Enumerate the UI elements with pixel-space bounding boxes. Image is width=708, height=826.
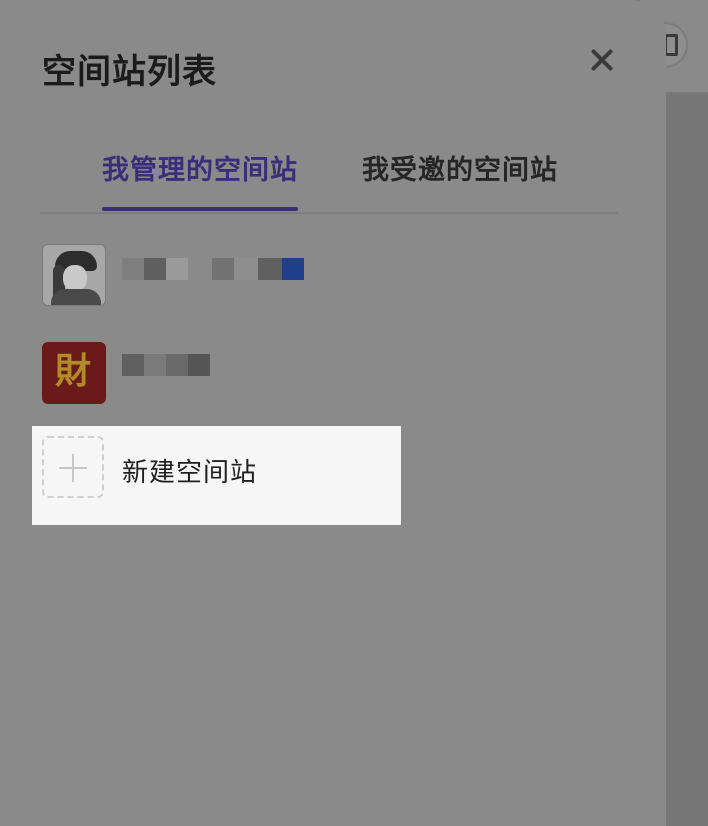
station-item[interactable] bbox=[42, 244, 562, 308]
active-tab-indicator bbox=[102, 207, 298, 211]
new-station-button[interactable]: 新建空间站 bbox=[32, 426, 401, 525]
station-avatar-text: 財 bbox=[54, 351, 91, 392]
station-avatar: 財 bbox=[42, 342, 106, 404]
station-avatar bbox=[42, 244, 106, 306]
tab-bar: 我管理的空间站 我受邀的空间站 bbox=[40, 140, 618, 214]
close-button[interactable] bbox=[584, 40, 624, 80]
panel-icon bbox=[664, 34, 678, 56]
new-station-label: 新建空间站 bbox=[122, 458, 258, 488]
tab-managed-stations[interactable]: 我管理的空间站 bbox=[102, 148, 298, 187]
drawer-title: 空间站列表 bbox=[42, 52, 217, 92]
station-item[interactable]: 財 bbox=[42, 340, 562, 404]
space-station-drawer: 空间站列表 我管理的空间站 我受邀的空间站 財 新建空间站 bbox=[0, 0, 666, 826]
plus-icon bbox=[42, 436, 104, 498]
tab-invited-stations[interactable]: 我受邀的空间站 bbox=[362, 148, 558, 187]
